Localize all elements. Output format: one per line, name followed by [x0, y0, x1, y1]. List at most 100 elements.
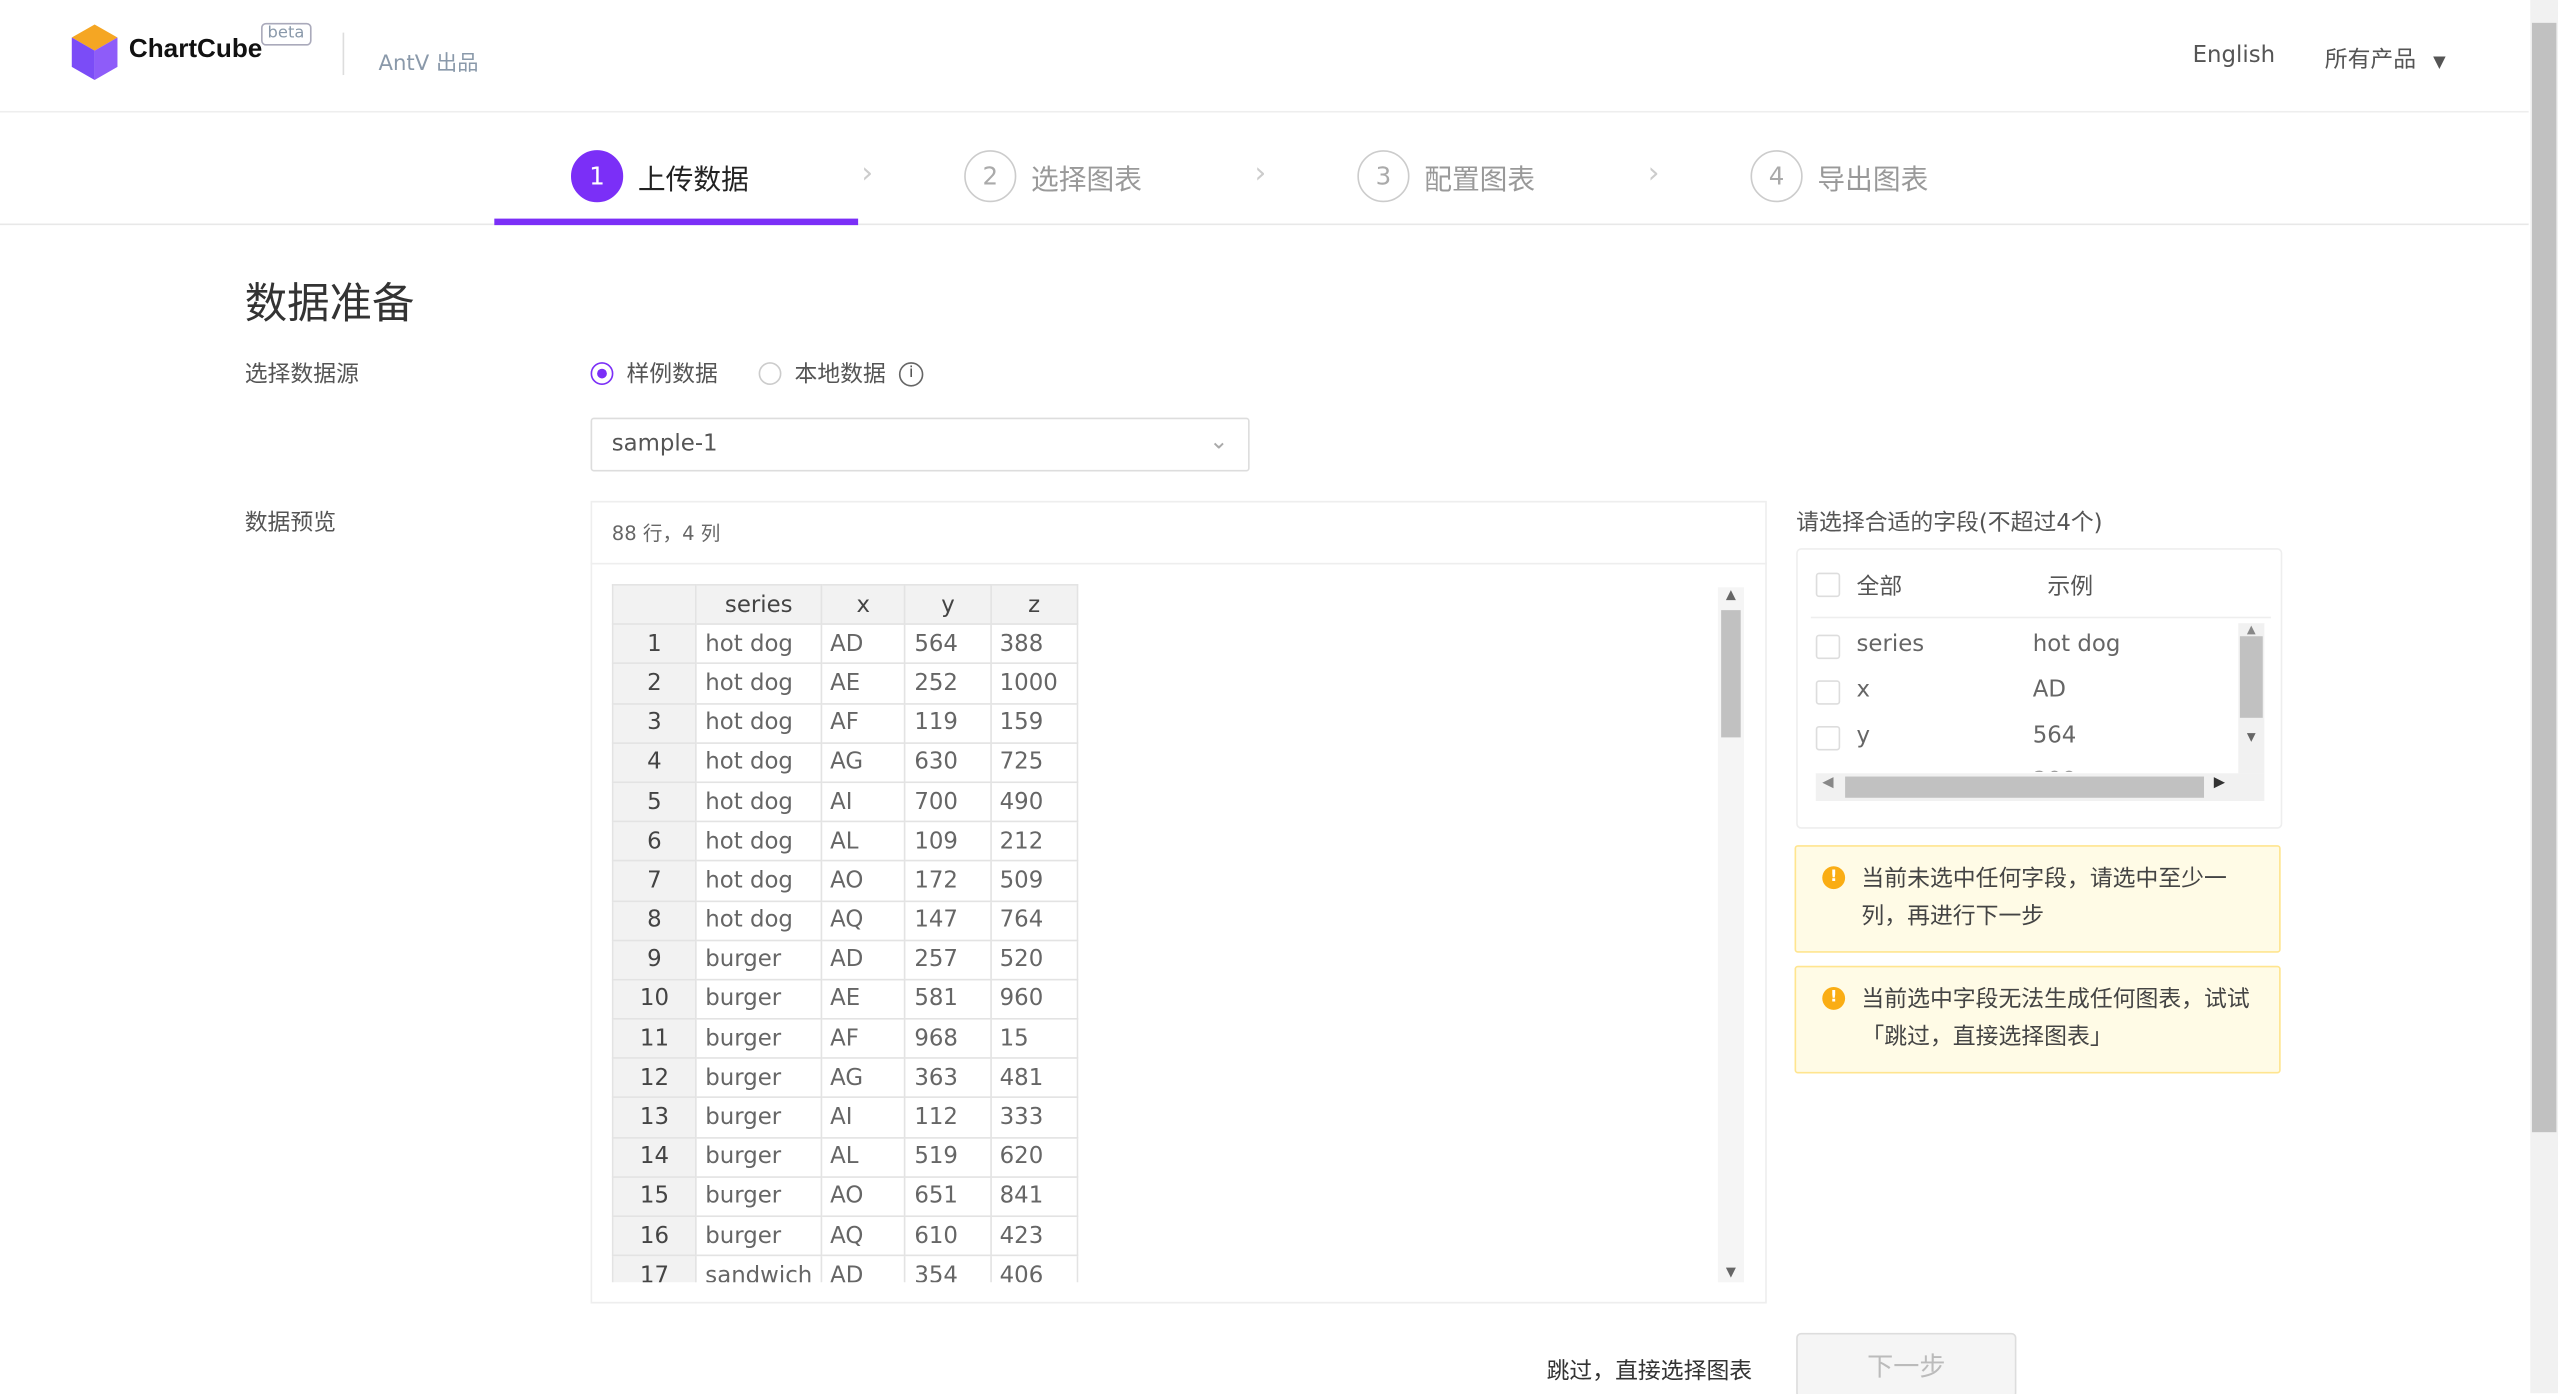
step-label: 选择图表	[1031, 163, 1142, 197]
scroll-up-icon[interactable]: ▲	[1718, 587, 1744, 610]
table-cell: 490	[989, 781, 1079, 823]
table-cell: AD	[820, 1254, 907, 1283]
table-cell: AQ	[820, 899, 907, 941]
logo-text[interactable]: ChartCube	[129, 36, 262, 65]
row-index: 11	[611, 1018, 698, 1060]
table-row: 6 hot dog AL 109 212	[611, 820, 1079, 862]
step-label: 配置图表	[1424, 163, 1536, 197]
warning-no-chart: ! 当前选中字段无法生成任何图表，试试「跳过，直接选择图表」	[1794, 965, 2281, 1074]
column-header: x	[820, 584, 907, 626]
table-cell: 257	[904, 939, 992, 981]
table-cell: 764	[989, 899, 1079, 941]
chevron-right-icon: ›	[861, 156, 874, 191]
field-checkbox[interactable]	[1815, 725, 1841, 751]
table-row: 7 hot dog AO 172 509	[611, 860, 1079, 902]
fields-hscroll[interactable]: ◀ ▶	[1815, 773, 2265, 802]
radio-label: 样例数据	[626, 362, 718, 389]
table-cell: 1000	[989, 662, 1079, 705]
step-choose-chart[interactable]: 2 选择图表	[964, 150, 1142, 203]
field-checkbox[interactable]	[1815, 680, 1841, 705]
table-cell: 700	[904, 781, 992, 823]
skip-link[interactable]: 跳过，直接选择图表	[1547, 1354, 1753, 1387]
row-index: 10	[611, 978, 698, 1020]
row-index: 13	[611, 1097, 698, 1139]
fields-title: 请选择合适的字段(不超过4个)	[1796, 510, 2103, 537]
field-checkbox[interactable]	[1815, 634, 1841, 660]
caret-down-icon: ▼	[2433, 53, 2446, 72]
select-all-checkbox[interactable]	[1815, 572, 1841, 598]
table-cell: 564	[904, 623, 992, 665]
step-export[interactable]: 4 导出图表	[1750, 150, 1929, 203]
language-switch[interactable]: English	[2193, 42, 2275, 68]
scroll-thumb[interactable]	[2239, 636, 2263, 718]
data-table: series x y z 1 hot dog AD 564 388 2 hot dog AE 252 10…	[611, 584, 1079, 1283]
field-name: series	[1856, 631, 1925, 658]
step-number: 2	[964, 150, 1017, 203]
products-menu[interactable]: 所有产品 ▼	[2325, 42, 2446, 75]
step-configure[interactable]: 3 配置图表	[1357, 150, 1536, 203]
table-cell: burger	[695, 1057, 823, 1099]
radio-button[interactable]	[590, 362, 614, 386]
radio-label: 本地数据	[794, 362, 886, 389]
corner-header	[611, 584, 698, 626]
table-cell: 968	[904, 1018, 992, 1060]
table-row: 17 sandwich AD 354 406	[611, 1254, 1079, 1283]
fields-vscroll[interactable]: ▲ ▼	[2238, 623, 2265, 774]
info-icon[interactable]: i	[898, 361, 924, 386]
table-cell: 333	[989, 1097, 1079, 1139]
next-button[interactable]: 下一步	[1796, 1332, 2017, 1394]
row-index: 7	[611, 860, 698, 902]
table-cell: hot dog	[695, 899, 823, 941]
field-name: y	[1856, 722, 1871, 749]
table-cell: 519	[904, 1136, 992, 1178]
chevron-right-icon: ›	[1254, 156, 1267, 191]
step-label: 导出图表	[1817, 163, 1929, 197]
page-scrollbar[interactable]	[2530, 0, 2558, 1394]
field-example: 564	[2032, 722, 2077, 749]
radio-local[interactable]: 本地数据 i	[758, 357, 924, 390]
table-cell: AD	[820, 939, 907, 981]
table-row: 8 hot dog AQ 147 764	[611, 899, 1079, 941]
table-scrollbar[interactable]: ▲ ▼	[1717, 587, 1744, 1283]
sample-select[interactable]: sample-1 ⌄	[590, 417, 1250, 472]
scroll-thumb[interactable]	[2531, 22, 2557, 1133]
field-example: 388	[2033, 768, 2077, 771]
field-row[interactable]: z 388	[1798, 765, 2235, 771]
table-cell: 509	[989, 860, 1079, 902]
table-row: 3 hot dog AF 119 159	[611, 702, 1079, 744]
table-row: 14 burger AL 519 620	[611, 1136, 1079, 1178]
table-cell: sandwich	[695, 1254, 823, 1283]
radio-button[interactable]	[758, 362, 782, 386]
field-row[interactable]: x AD	[1798, 674, 2235, 713]
chartcube-logo-icon[interactable]	[69, 23, 121, 82]
scroll-thumb[interactable]	[1845, 776, 2205, 798]
step-upload[interactable]: 1 上传数据	[570, 150, 749, 203]
table-cell: 406	[989, 1254, 1079, 1283]
row-index: 12	[611, 1057, 698, 1099]
field-selector: 全部 示例 series hot dog x AD y 564 z 388 ▲▼ ◀▶	[1796, 548, 2283, 829]
field-row[interactable]: series hot dog	[1798, 628, 2235, 667]
table-row: 11 burger AF 968 15	[611, 1018, 1079, 1060]
scroll-thumb[interactable]	[1721, 610, 1741, 738]
table-cell: 841	[989, 1175, 1079, 1218]
chevron-down-icon: ⌄	[1209, 429, 1229, 456]
table-cell: 481	[989, 1057, 1079, 1099]
table-row: 5 hot dog AI 700 490	[611, 781, 1079, 823]
antv-label[interactable]: AntV 出品	[378, 46, 478, 76]
field-row[interactable]: y 564	[1798, 719, 2235, 758]
table-cell: AQ	[820, 1215, 907, 1257]
all-label: 全部	[1856, 574, 1903, 601]
table-cell: burger	[695, 939, 823, 981]
table-cell: hot dog	[695, 662, 823, 705]
scroll-down-icon[interactable]: ▼	[1718, 1264, 1744, 1279]
table-cell: 423	[989, 1215, 1079, 1257]
radio-sample[interactable]: 样例数据	[590, 357, 718, 390]
column-header: series	[695, 584, 823, 626]
field-name: z	[1857, 768, 1869, 771]
row-index: 4	[611, 741, 698, 783]
table-cell: hot dog	[695, 820, 823, 862]
row-index: 8	[611, 899, 698, 941]
table-cell: AI	[820, 781, 907, 823]
table-cell: hot dog	[695, 623, 823, 665]
table-cell: 212	[989, 820, 1079, 862]
